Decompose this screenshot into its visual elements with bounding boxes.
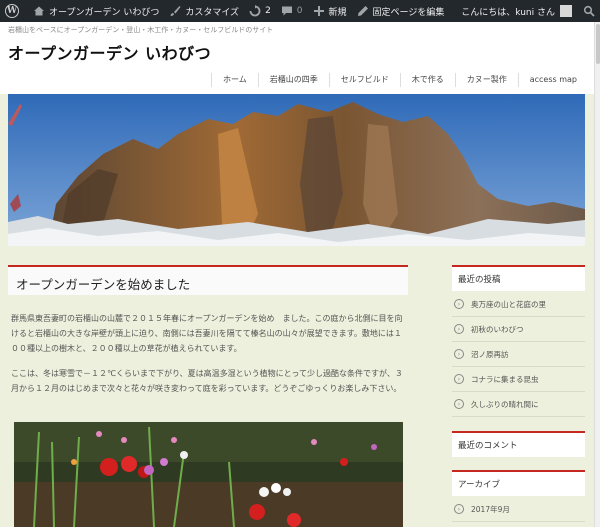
search-icon (583, 5, 595, 17)
list-item[interactable]: › 沼ノ原再訪 (452, 342, 585, 367)
chevron-right-icon: › (454, 349, 464, 359)
site-header: 岩櫃山をベースにオープンガーデン・登山・木工作・カヌー・セルフビルドのサイト オ… (0, 22, 594, 94)
my-account-menu[interactable]: こんにちは、kuni さん (456, 0, 578, 22)
list-item[interactable]: › 2017年9月 (452, 497, 585, 522)
chevron-right-icon: › (454, 324, 464, 334)
customize-label: カスタマイズ (185, 7, 240, 18)
main-navigation: ホーム 岩櫃山の四季 セルフビルド 木で作る カヌー製作 access map (210, 70, 588, 90)
comments-menu[interactable]: 0 (276, 0, 308, 22)
recent-posts-list: › 奥万座の山と花庭の里 › 初秋のいわびつ › 沼ノ原再訪 › コナラに集まる昆虫 ›… (452, 292, 585, 417)
hero-image (8, 94, 585, 246)
nav-item-seasons[interactable]: 岩櫃山の四季 (257, 73, 329, 87)
greeting-label: こんにちは、kuni さん (461, 7, 555, 18)
mountain-photo (8, 94, 585, 246)
plus-icon (313, 6, 324, 16)
nav-item-self-build[interactable]: セルフビルド (328, 73, 400, 87)
post-title-box: オープンガーデンを始めました (8, 265, 408, 295)
comments-count: 0 (296, 6, 303, 16)
recent-comments-title: 最近のコメント (458, 441, 518, 451)
scrollbar-thumb[interactable] (596, 24, 600, 64)
post-paragraph-1: 群馬県東吾妻町の岩櫃山の山麓で２０１５年春にオープンガーデンを始め ました。この… (11, 314, 403, 353)
nav-item-woodwork[interactable]: 木で作る (399, 73, 455, 87)
garden-photo (14, 422, 403, 527)
updates-count: 2 (265, 6, 271, 16)
flower-photo (14, 422, 403, 527)
brush-icon (170, 6, 181, 16)
new-label: 新規 (328, 7, 347, 18)
updates-icon (249, 5, 261, 17)
recent-post-link[interactable]: 沼ノ原再訪 (471, 349, 509, 360)
chevron-right-icon: › (454, 399, 464, 409)
site-name-label: オープンガーデン いわびつ (49, 7, 160, 18)
updates-menu[interactable]: 2 (244, 0, 276, 22)
recent-post-link[interactable]: 奥万座の山と花庭の里 (471, 299, 546, 310)
recent-post-link[interactable]: コナラに集まる昆虫 (471, 374, 539, 385)
list-item[interactable]: › 初秋のいわびつ (452, 317, 585, 342)
avatar (560, 5, 572, 17)
list-item[interactable]: › 奥万座の山と花庭の里 (452, 292, 585, 317)
recent-posts-widget-title: 最近の投稿 (452, 265, 585, 291)
site-tagline: 岩櫃山をベースにオープンガーデン・登山・木工作・カヌー・セルフビルドのサイト (8, 26, 274, 34)
archive-widget-title: アーカイブ (452, 470, 585, 496)
list-item[interactable]: › 久しぶりの晴れ間に (452, 392, 585, 417)
archive-title: アーカイブ (458, 480, 500, 490)
new-content-menu[interactable]: 新規 (308, 0, 352, 22)
admin-search[interactable] (578, 0, 600, 22)
customize-menu[interactable]: カスタマイズ (164, 0, 244, 22)
recent-post-link[interactable]: 初秋のいわびつ (471, 324, 524, 335)
chevron-right-icon: › (454, 299, 464, 309)
nav-item-home[interactable]: ホーム (210, 73, 258, 87)
edit-page-label: 固定ページを編集 (372, 7, 445, 18)
admin-bar: W オープンガーデン いわびつ カスタマイズ 2 0 新規 固定ページを編集 こ… (0, 0, 600, 22)
list-item[interactable]: › コナラに集まる昆虫 (452, 367, 585, 392)
chevron-right-icon: › (454, 504, 464, 514)
comment-icon (281, 6, 292, 16)
recent-post-link[interactable]: 久しぶりの晴れ間に (471, 399, 539, 410)
archive-list: › 2017年9月 (452, 497, 585, 522)
nav-item-canoe[interactable]: カヌー製作 (454, 73, 518, 87)
home-icon (34, 6, 44, 16)
nav-item-access-map[interactable]: access map (517, 73, 588, 87)
recent-posts-title: 最近の投稿 (458, 275, 501, 285)
page-scrollbar[interactable] (594, 22, 600, 527)
pencil-icon (357, 6, 368, 16)
site-name-menu[interactable]: オープンガーデン いわびつ (28, 0, 164, 22)
wordpress-icon: W (5, 4, 19, 18)
recent-comments-widget-title: 最近のコメント (452, 431, 585, 457)
chevron-right-icon: › (454, 374, 464, 384)
site-title[interactable]: オープンガーデン いわびつ (8, 40, 211, 64)
post-title: オープンガーデンを始めました (16, 277, 191, 292)
wp-logo-menu[interactable]: W (0, 0, 28, 22)
post-paragraph-2: ここは、冬は寒雪で－１２℃くらいまで下がり、夏は高温多湿という植物にとって少し過… (11, 369, 403, 393)
archive-link[interactable]: 2017年9月 (471, 504, 510, 515)
edit-page-menu[interactable]: 固定ページを編集 (352, 0, 450, 22)
